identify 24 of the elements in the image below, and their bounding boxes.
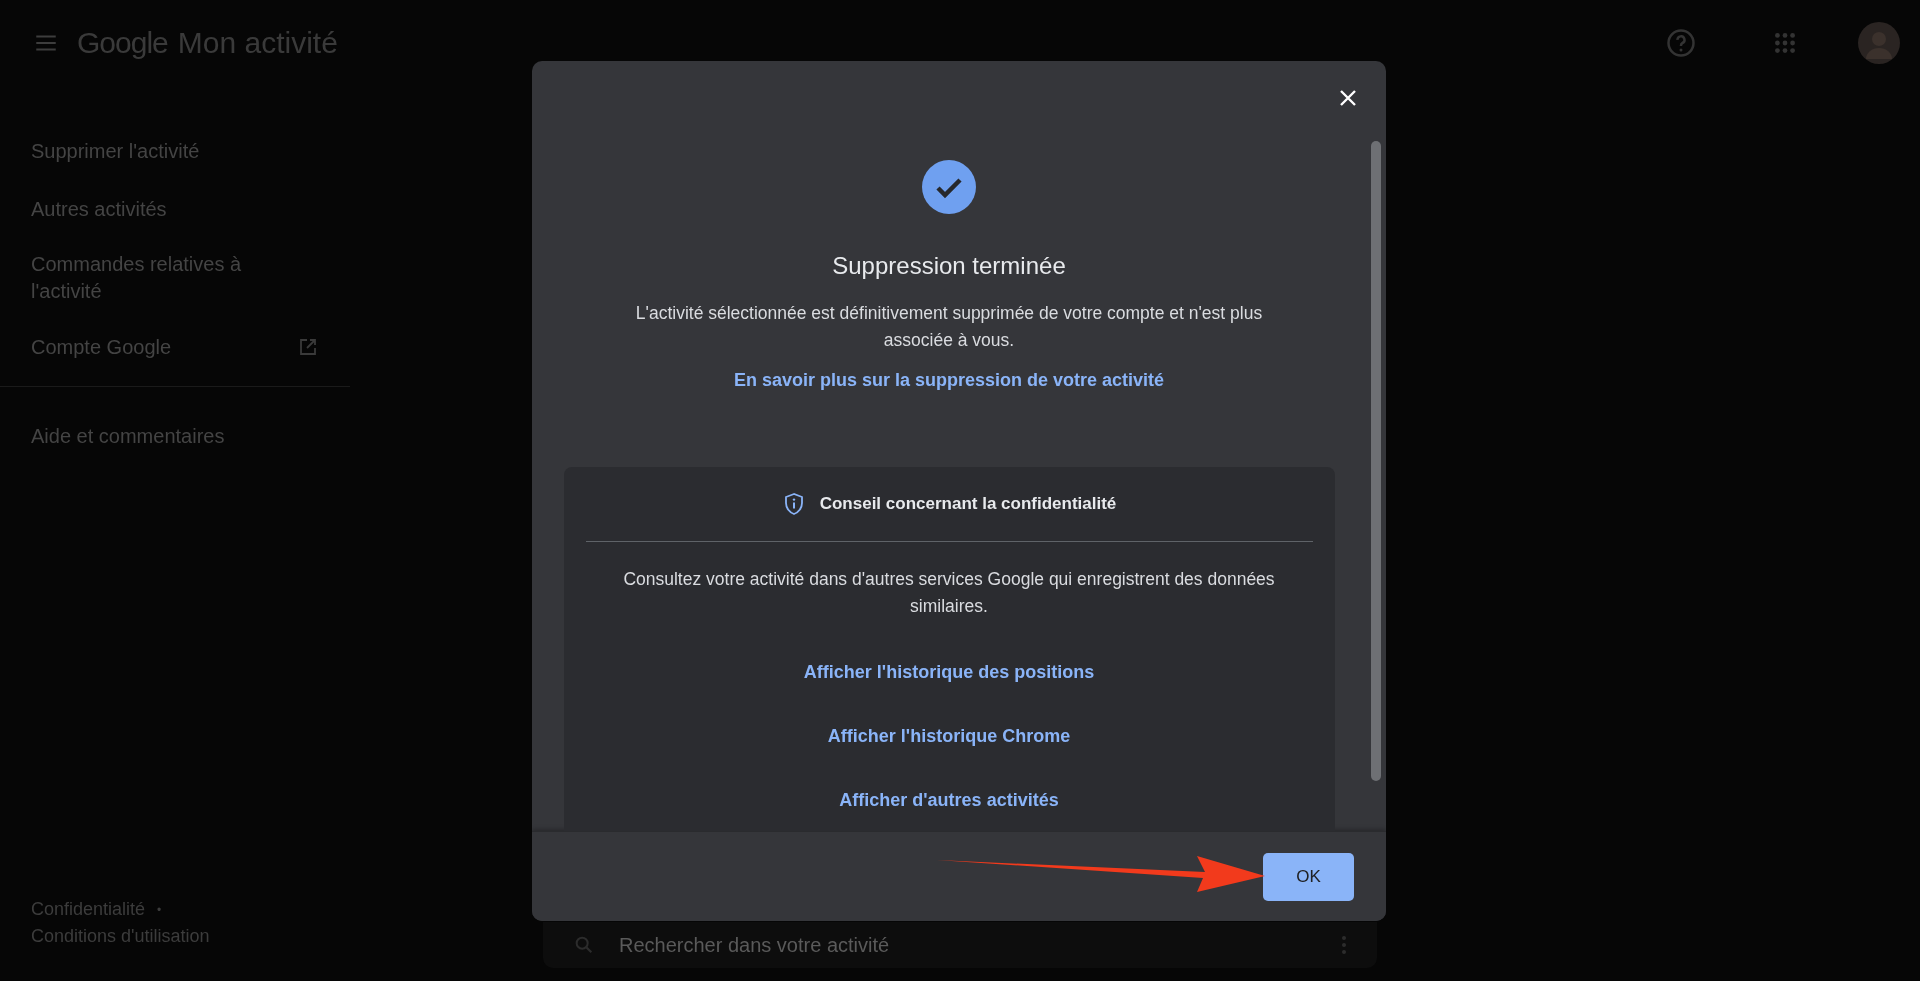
sidebar-item[interactable]: Supprimer l'activité	[31, 137, 200, 165]
sidebar-item[interactable]: Autres activités	[31, 195, 167, 223]
dialog-message: L'activité sélectionnée est définitivement supprimée de votre compte et n'est plus associée à vous.	[634, 302, 1264, 352]
check-icon	[922, 160, 976, 214]
search-field[interactable]: Rechercher dans votre activité	[543, 922, 1377, 968]
separator-dot: •	[157, 902, 162, 917]
tip-link[interactable]: Afficher d'autres activités	[839, 790, 1059, 811]
tip-text: Consultez votre activité dans d'autres services Google qui enregistrent des données similaires.	[622, 568, 1276, 618]
tip-link[interactable]: Afficher l'historique des positions	[803, 662, 1095, 683]
search-input[interactable]: Rechercher dans votre activité	[617, 932, 1319, 958]
ok-button[interactable]: OK	[1263, 852, 1354, 901]
learn-more-link[interactable]: En savoir plus sur la suppression de votre activité	[733, 370, 1165, 391]
help-icon[interactable]	[1666, 28, 1696, 58]
tip-title: Conseil concernant la confidentialité	[819, 494, 1117, 514]
scrollbar[interactable]	[1371, 141, 1381, 781]
avatar-icon[interactable]	[1858, 22, 1900, 64]
sidebar-item[interactable]: Compte Google	[31, 333, 172, 361]
dialog-title: Suppression terminée	[832, 252, 1066, 280]
sidebar-item[interactable]: Aide et commentaires	[31, 422, 225, 450]
more-icon[interactable]	[1341, 935, 1347, 955]
sidebar-item[interactable]: Commandes relatives à l'activité	[31, 251, 281, 305]
tip-link[interactable]: Afficher l'historique Chrome	[827, 726, 1071, 747]
search-icon	[573, 934, 595, 956]
apps-icon[interactable]	[1772, 30, 1798, 56]
